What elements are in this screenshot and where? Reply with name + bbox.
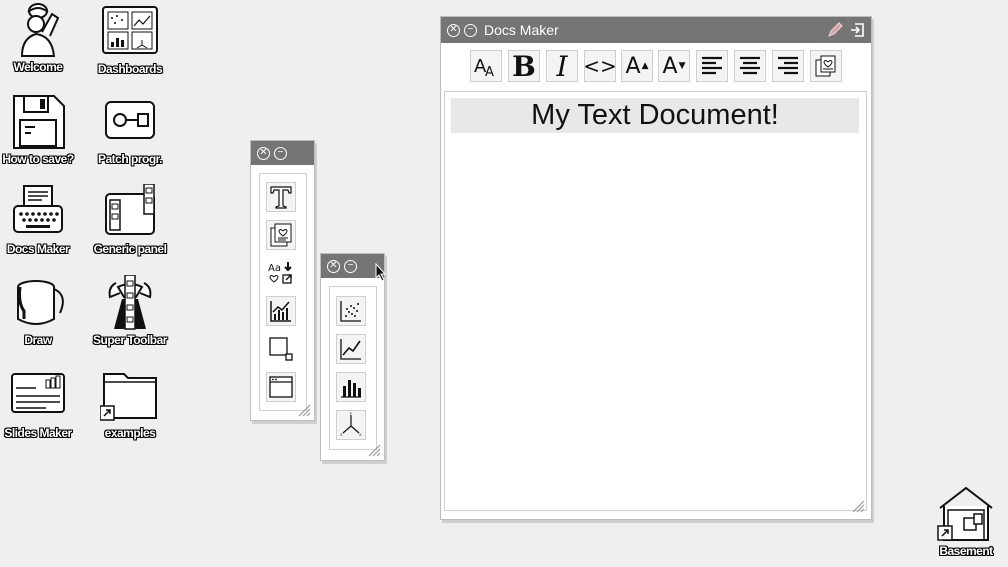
bar-chart-icon: [341, 380, 361, 398]
chart-panel-window[interactable]: ✕ − Y Z X: [320, 253, 385, 461]
svg-text:Y: Y: [350, 412, 353, 416]
italic-button[interactable]: I: [546, 49, 578, 83]
mouse-cursor-icon: [375, 263, 387, 281]
document-heading[interactable]: My Text Document!: [451, 98, 859, 133]
minimize-icon[interactable]: −: [464, 23, 477, 37]
desktop-icon-docs-maker[interactable]: Docs Maker: [0, 184, 80, 258]
desktop-icon-label: Basement: [939, 544, 993, 558]
italic-icon: I: [556, 49, 568, 83]
svg-text:Aa: Aa: [268, 263, 281, 274]
patch-program-icon: [105, 101, 155, 139]
desktop-icon-patch-program[interactable]: Patch progr.: [88, 94, 172, 168]
desktop-icon-generic-panel[interactable]: Generic panel: [88, 184, 172, 258]
align-center-button[interactable]: [734, 50, 766, 82]
desktop-icon-label: Welcome: [13, 60, 63, 74]
align-right-button[interactable]: [772, 50, 804, 82]
font-increase-icon: A: [625, 53, 641, 79]
document-template-button[interactable]: [810, 50, 842, 82]
desktop-icon-welcome[interactable]: Welcome: [0, 2, 80, 76]
font-decrease-icon: A: [662, 53, 678, 79]
code-button[interactable]: <>: [583, 50, 617, 82]
resize-grip-icon[interactable]: [367, 443, 381, 457]
font-export-icon: Aa: [268, 262, 292, 284]
super-toolbar-icon: [108, 275, 152, 330]
align-center-icon: [740, 56, 760, 75]
paint-bucket-icon: [17, 280, 64, 325]
document-heart-icon: [815, 55, 836, 77]
3d-axes-button[interactable]: Y Z X: [336, 410, 366, 440]
desktop-icon-dashboards[interactable]: Dashboards: [88, 4, 172, 78]
exit-icon[interactable]: [849, 22, 865, 38]
chart-tool-button[interactable]: [266, 296, 296, 326]
document-editor[interactable]: My Text Document!: [444, 91, 867, 511]
desktop-icon-label: Docs Maker: [6, 242, 70, 256]
basement-house-icon: [937, 486, 993, 541]
document-heart-icon: [270, 223, 292, 247]
close-icon[interactable]: ✕: [257, 146, 270, 160]
desktop-icon-label: Dashboards: [97, 62, 163, 76]
line-chart-icon: [340, 339, 361, 360]
desktop-icon-how-to-save[interactable]: How to save?: [0, 94, 80, 168]
desktop-icon-label: Slides Maker: [4, 426, 72, 440]
slides-icon: [11, 373, 65, 413]
desktop-icon-label: How to save?: [2, 152, 74, 166]
typewriter-icon: [13, 185, 63, 233]
svg-text:A: A: [485, 65, 494, 78]
window-icon: [269, 376, 293, 398]
code-icon: <>: [583, 54, 617, 78]
desktop-icon-label: Generic panel: [93, 242, 167, 256]
person-reading-icon: [20, 3, 60, 57]
resize-box-icon: [269, 337, 293, 361]
tool-panel-titlebar[interactable]: ✕ −: [251, 141, 314, 165]
scatter-plot-icon: [340, 301, 361, 322]
window-tool-button[interactable]: [266, 372, 296, 402]
floppy-disk-icon: [13, 95, 65, 149]
align-left-icon: [702, 56, 722, 75]
desktop-icon-draw[interactable]: Draw: [0, 275, 80, 349]
font-size-aa-icon: AA: [474, 56, 494, 78]
desktop-icon-label: Super Toolbar: [93, 333, 167, 347]
tool-panel-window[interactable]: ✕ − Aa: [250, 140, 315, 421]
text-tool-button[interactable]: [266, 182, 296, 212]
desktop-icon-label: Patch progr.: [97, 152, 163, 166]
text-t-icon: [270, 186, 292, 209]
font-family-button[interactable]: AA: [470, 50, 502, 82]
text-style-tool-button[interactable]: Aa: [266, 258, 296, 288]
resize-grip-icon[interactable]: [851, 499, 865, 513]
folder-shortcut-icon: [100, 373, 157, 421]
window-title: Docs Maker: [484, 22, 559, 38]
scatter-chart-button[interactable]: [336, 296, 366, 326]
line-chart-button[interactable]: [336, 334, 366, 364]
generic-panel-icon: [105, 184, 155, 235]
svg-text:X: X: [359, 432, 362, 437]
decrease-font-button[interactable]: A ▼: [658, 50, 690, 82]
desktop-icon-examples[interactable]: examples: [88, 368, 172, 442]
minimize-icon[interactable]: −: [274, 146, 287, 160]
resize-grip-icon[interactable]: [297, 403, 311, 417]
close-icon[interactable]: ✕: [327, 259, 340, 273]
increase-font-button[interactable]: A ▲: [621, 50, 653, 82]
desktop-icon-label: Draw: [24, 333, 52, 347]
document-tool-button[interactable]: [266, 220, 296, 250]
close-icon[interactable]: ✕: [447, 23, 460, 37]
align-left-button[interactable]: [696, 50, 728, 82]
svg-text:Z: Z: [340, 432, 343, 437]
pencil-icon[interactable]: [827, 22, 843, 38]
desktop-icon-basement[interactable]: Basement: [924, 486, 1008, 560]
desktop-icon-label: examples: [104, 426, 156, 440]
bold-button[interactable]: B: [508, 49, 540, 83]
bold-icon: B: [512, 49, 536, 83]
container-tool-button[interactable]: [266, 334, 296, 364]
dashboard-icon: [102, 6, 158, 54]
3d-axes-icon: Y Z X: [340, 412, 362, 437]
minimize-icon[interactable]: −: [344, 259, 357, 273]
chart-icon: [270, 301, 291, 322]
desktop-icon-super-toolbar[interactable]: Super Toolbar: [88, 275, 172, 349]
align-right-icon: [778, 56, 798, 75]
desktop-icon-slides-maker[interactable]: Slides Maker: [0, 368, 80, 442]
bar-chart-button[interactable]: [336, 372, 366, 402]
docs-maker-titlebar[interactable]: ✕ − Docs Maker: [441, 17, 871, 43]
